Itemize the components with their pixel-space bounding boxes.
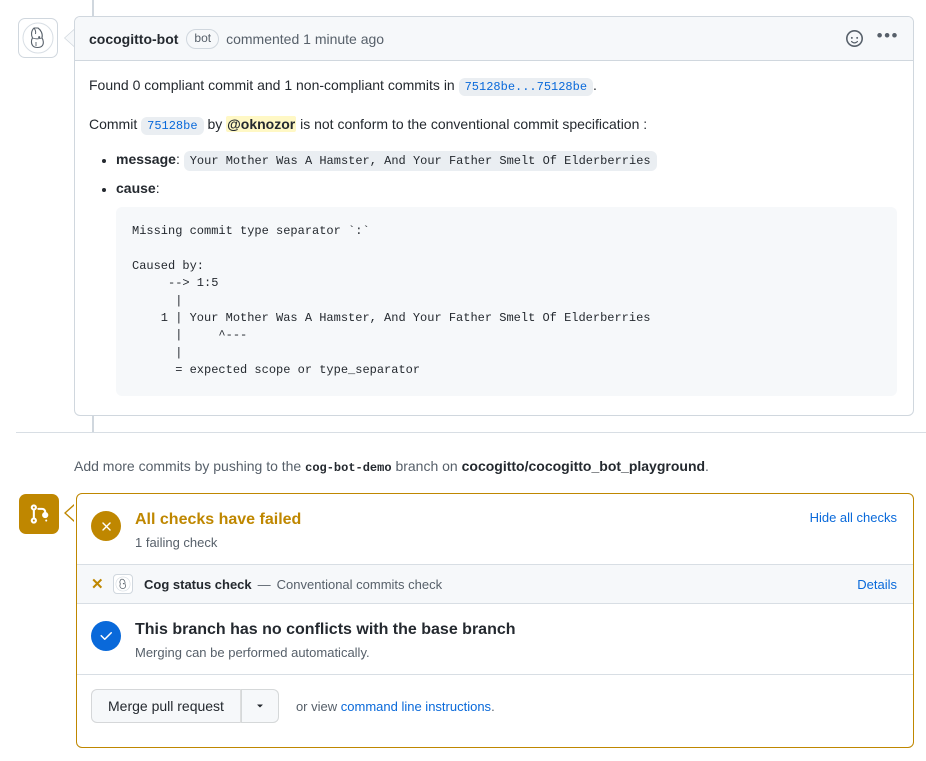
x-circle-icon xyxy=(91,511,121,541)
commit-text-after: is not conform to the conventional commi… xyxy=(300,116,647,132)
cause-label: cause xyxy=(116,180,156,196)
message-label: message xyxy=(116,151,176,167)
add-commits-hint: Add more commits by pushing to the cog-b… xyxy=(74,458,709,475)
add-commits-after: . xyxy=(705,458,709,474)
commit-sha-link[interactable]: 75128be xyxy=(141,117,203,135)
check-avatar xyxy=(113,574,133,594)
pull-request-timeline: cocogitto-bot bot commented 1 minute ago… xyxy=(0,0,926,761)
check-dash: — xyxy=(258,577,271,592)
check-row: ✕ Cog status check — Conventional commit… xyxy=(77,564,913,604)
list-item: message: Your Mother Was A Hamster, And … xyxy=(116,149,897,170)
avatar[interactable] xyxy=(18,18,58,58)
user-mention[interactable]: @oknozor xyxy=(226,116,296,132)
add-commits-before: Add more commits by pushing to the xyxy=(74,458,301,474)
repo-name: cocogitto/cocogitto_bot_playground xyxy=(462,458,705,474)
chevron-down-icon[interactable] xyxy=(241,689,279,723)
comment-header: cocogitto-bot bot commented 1 minute ago… xyxy=(75,17,913,61)
smiley-icon[interactable] xyxy=(846,30,863,47)
merge-pull-request-button[interactable]: Merge pull request xyxy=(91,689,240,723)
conflict-status: This branch has no conflicts with the ba… xyxy=(77,604,913,674)
git-merge-icon xyxy=(19,494,59,534)
merge-button-group: Merge pull request xyxy=(91,689,279,723)
cause-separator: : xyxy=(156,180,160,196)
commit-range-link[interactable]: 75128be...75128be xyxy=(459,78,593,96)
x-icon: ✕ xyxy=(91,575,113,593)
check-name[interactable]: Cog status check xyxy=(144,577,252,592)
check-description: Conventional commits check xyxy=(277,577,442,592)
checks-summary-text: All checks have failed 1 failing check xyxy=(135,510,810,550)
merge-footer: Merge pull request or view command line … xyxy=(77,674,913,737)
error-codeblock: Missing commit type separator `:` Caused… xyxy=(116,207,897,396)
conflict-title: This branch has no conflicts with the ba… xyxy=(135,620,897,640)
checks-status-title: All checks have failed xyxy=(135,510,810,530)
check-circle-icon xyxy=(91,621,121,651)
commit-message-code: Your Mother Was A Hamster, And Your Fath… xyxy=(184,151,657,171)
conflict-status-text: This branch has no conflicts with the ba… xyxy=(135,620,897,660)
or-view-text: or view xyxy=(296,699,337,714)
branch-name: cog-bot-demo xyxy=(305,461,391,475)
merge-box: All checks have failed 1 failing check H… xyxy=(76,493,914,748)
summary-text-before: Found 0 compliant commit and 1 non-compl… xyxy=(89,77,455,93)
comment-timestamp: commented 1 minute ago xyxy=(226,31,384,47)
commit-text-mid: by xyxy=(207,116,222,132)
comment-author[interactable]: cocogitto-bot xyxy=(89,31,178,47)
checks-status-subtitle: 1 failing check xyxy=(135,535,810,550)
comment-card: cocogitto-bot bot commented 1 minute ago… xyxy=(74,16,914,416)
summary-text-after: . xyxy=(593,77,597,93)
conflict-subtitle: Merging can be performed automatically. xyxy=(135,645,897,660)
comment-pointer xyxy=(65,30,74,46)
details-link[interactable]: Details xyxy=(857,577,897,592)
add-commits-mid: branch on xyxy=(395,458,457,474)
timeline-divider xyxy=(16,432,926,433)
hide-all-checks-link[interactable]: Hide all checks xyxy=(810,510,897,525)
violation-list: message: Your Mother Was A Hamster, And … xyxy=(89,149,897,396)
comment-body: Found 0 compliant commit and 1 non-compl… xyxy=(75,61,913,414)
summary-paragraph: Found 0 compliant commit and 1 non-compl… xyxy=(89,75,897,96)
commit-text-before: Commit xyxy=(89,116,137,132)
cli-hint: or view command line instructions. xyxy=(296,699,495,714)
list-item: cause: Missing commit type separator `:`… xyxy=(116,178,897,396)
kebab-menu-icon[interactable]: ••• xyxy=(877,31,899,47)
message-separator: : xyxy=(176,151,180,167)
commit-paragraph: Commit 75128be by @oknozor is not confor… xyxy=(89,114,897,135)
checks-summary: All checks have failed 1 failing check H… xyxy=(77,494,913,564)
merge-badge-pointer-inner xyxy=(66,505,75,521)
bot-badge: bot xyxy=(186,29,219,49)
command-line-instructions-link[interactable]: command line instructions xyxy=(341,699,491,714)
cli-period: . xyxy=(491,699,495,714)
